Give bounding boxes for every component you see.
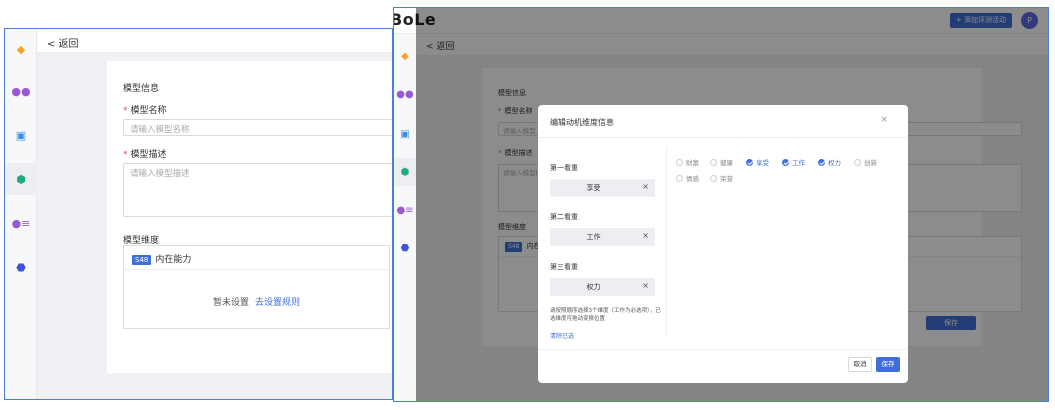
model-desc-label: * 模型描述 — [123, 150, 167, 160]
checkbox-icon — [676, 174, 683, 182]
person-list-icon[interactable]: ●≡ — [5, 207, 37, 239]
option-work[interactable]: 工作 — [782, 157, 805, 167]
sidebar: ◆ ●● ▣ ⬢ ●≡ ⬣ — [394, 34, 416, 401]
divider — [666, 147, 667, 337]
model-name-input[interactable]: 请输入模型名称 — [123, 119, 392, 136]
priority-chip-2[interactable]: 工作 × — [550, 228, 655, 246]
checkbox-checked-icon — [746, 158, 753, 166]
section-title-info: 模型信息 — [123, 84, 160, 94]
priority-value-2: 工作 — [586, 233, 601, 241]
content-area: 模型信息 * 模型名称 请输入模型名称 * 模型描述 请输入模型描述 模型维度 S4… — [37, 53, 392, 399]
layers-icon[interactable]: ◆ — [394, 42, 416, 70]
option-health[interactable]: 健康 — [710, 157, 733, 167]
right-screen: BoLe + 添加评测活动 P ◆ ●● ▣ ⬢ ●≡ ⬣ < 返回 模型信息 … — [393, 7, 1049, 402]
document-icon[interactable]: ▣ — [5, 119, 37, 151]
remove-icon[interactable]: × — [642, 281, 649, 290]
save-button[interactable]: 保存 — [876, 357, 900, 372]
checkbox-checked-icon — [818, 158, 825, 166]
clear-selection-link[interactable]: 清除已选 — [550, 331, 574, 340]
option-honor[interactable]: 荣誉 — [710, 173, 733, 183]
layers-icon[interactable]: ◆ — [5, 33, 37, 65]
priority-chip-1[interactable]: 享受 × — [550, 179, 655, 197]
dimension-badge: S48 — [132, 255, 152, 265]
checkbox-checked-icon — [782, 158, 789, 166]
modal-title: 编辑动机维度信息 — [550, 118, 614, 127]
model-desc-textarea[interactable]: 请输入模型描述 — [123, 163, 392, 217]
checkbox-icon — [676, 158, 683, 166]
document-icon[interactable]: ▣ — [394, 120, 416, 148]
checkbox-icon — [710, 174, 717, 182]
checkbox-icon — [710, 158, 717, 166]
model-form-card: 模型信息 * 模型名称 请输入模型名称 * 模型描述 请输入模型描述 模型维度 S4… — [107, 61, 392, 373]
users-icon[interactable]: ●● — [394, 80, 416, 108]
left-screen: ◆ ●● ▣ ⬢ ●≡ ⬣ < 返回 模型信息 * 模型名称 请输入模型名称 * 模… — [4, 28, 393, 400]
selection-hint: 请按照顺序选择3个维度（工作为必选项），已选维度可拖动变换位置 — [550, 308, 661, 322]
top-bar: < 返回 — [37, 29, 392, 53]
sidebar: ◆ ●● ▣ ⬢ ●≡ ⬣ — [5, 29, 37, 399]
option-enjoyment[interactable]: 享受 — [746, 157, 769, 167]
back-button[interactable]: < 返回 — [47, 35, 79, 50]
checkbox-icon — [854, 158, 861, 166]
option-wealth[interactable]: 财富 — [676, 157, 699, 167]
divider — [538, 349, 908, 350]
person-list-icon[interactable]: ●≡ — [394, 196, 416, 224]
priority-chip-3[interactable]: 权力 × — [550, 278, 655, 296]
option-innovation[interactable]: 创新 — [854, 157, 877, 167]
priority-label-1: 第一看重 — [550, 164, 578, 172]
divider — [538, 137, 908, 138]
priority-value-1: 享受 — [586, 184, 601, 192]
priority-label-3: 第三看重 — [550, 263, 578, 271]
users-icon[interactable]: ●● — [5, 75, 37, 107]
dimension-name: 内在能力 — [155, 255, 192, 265]
close-icon[interactable]: × — [880, 115, 888, 125]
option-emotion[interactable]: 情感 — [676, 173, 699, 183]
cube-icon[interactable]: ⬢ — [394, 158, 416, 186]
priority-label-2: 第二看重 — [550, 213, 578, 221]
gear-icon[interactable]: ⬣ — [5, 251, 37, 283]
priority-value-3: 权力 — [586, 283, 601, 291]
set-rule-link[interactable]: 去设置规则 — [255, 298, 300, 308]
empty-message: 暂未设置 去设置规则 — [212, 298, 301, 308]
gear-icon[interactable]: ⬣ — [394, 234, 416, 262]
remove-icon[interactable]: × — [642, 182, 649, 191]
dimension-header: S48 内在能力 — [124, 246, 389, 270]
remove-icon[interactable]: × — [642, 231, 649, 240]
cancel-button[interactable]: 取消 — [848, 357, 872, 372]
dimension-box: S48 内在能力 暂未设置 去设置规则 — [123, 245, 390, 329]
cube-icon[interactable]: ⬢ — [5, 163, 37, 195]
model-name-label: * 模型名称 — [123, 106, 167, 116]
edit-motivation-modal: 编辑动机维度信息 × 第一看重 享受 × 第二看重 工作 × 第三看重 权力 ×… — [538, 105, 908, 383]
option-power[interactable]: 权力 — [818, 157, 841, 167]
